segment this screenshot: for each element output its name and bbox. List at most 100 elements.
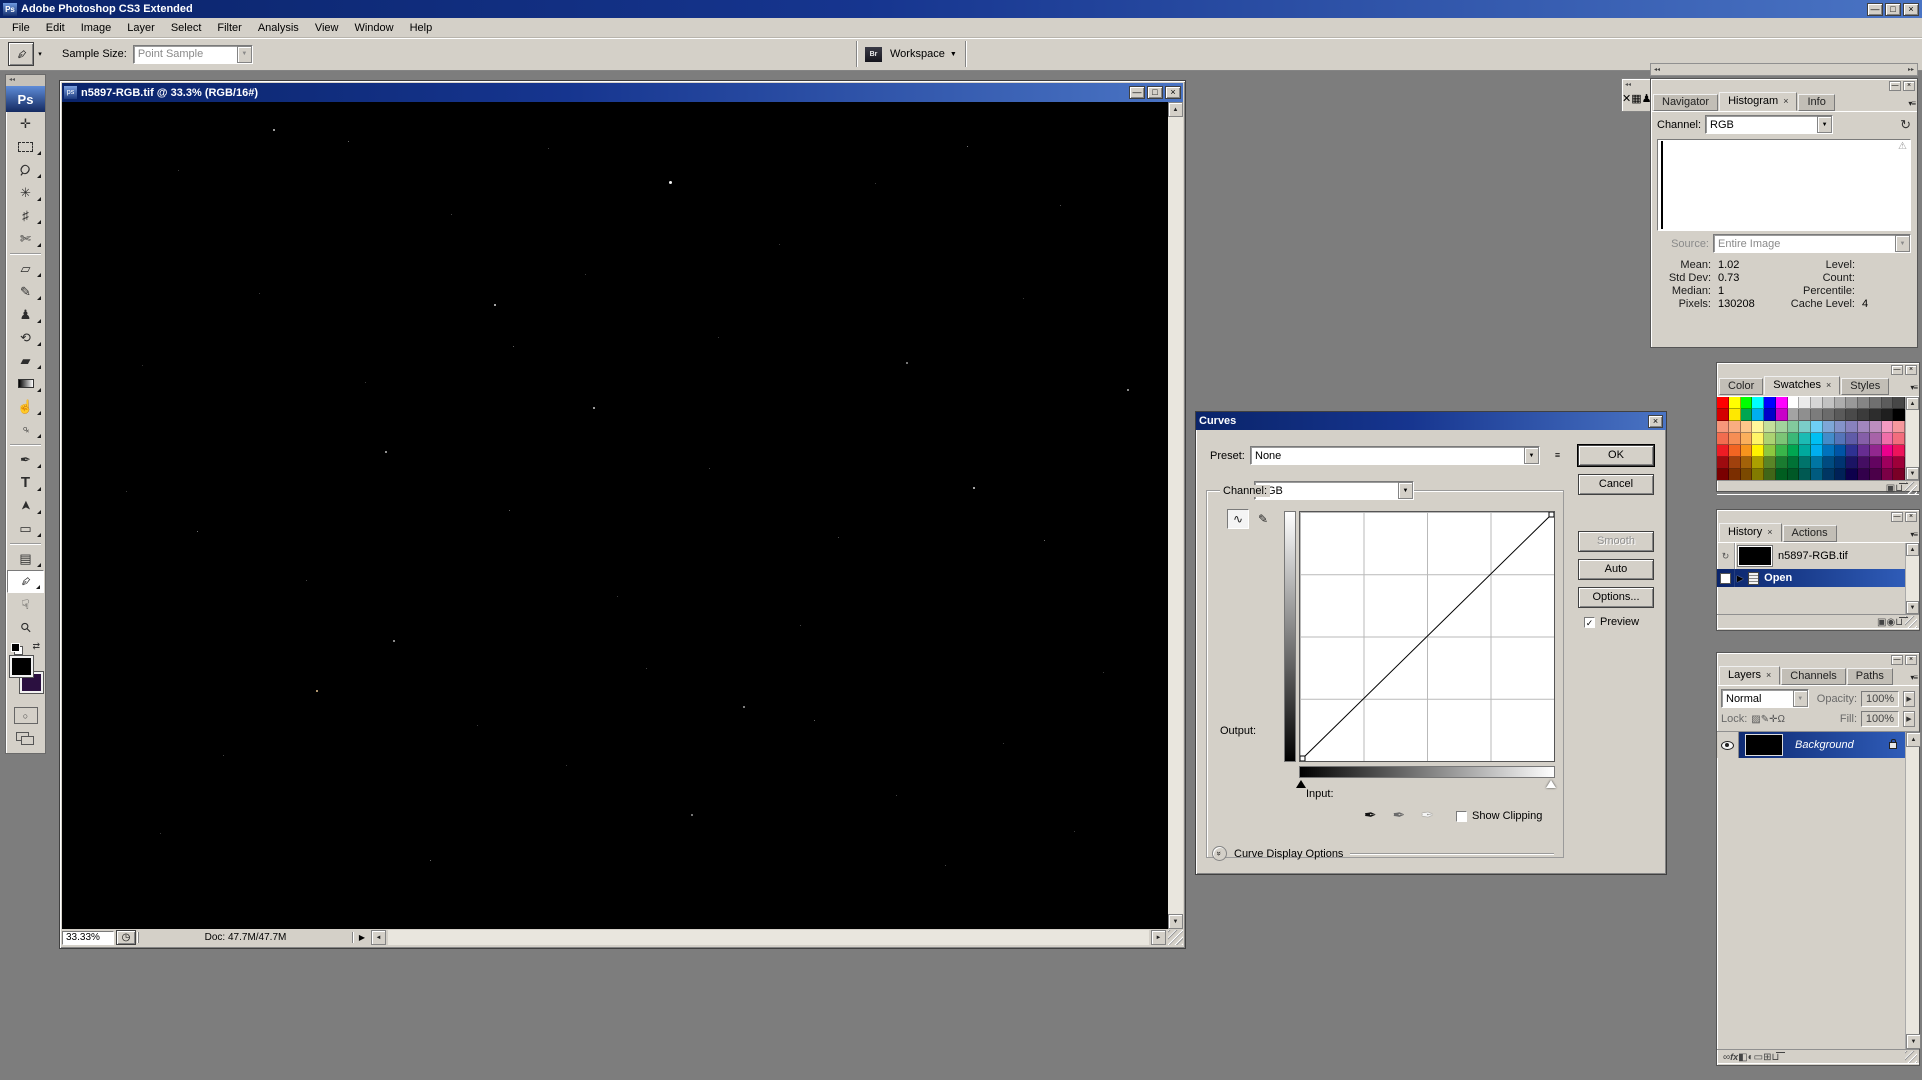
draw-curve-button[interactable]: ✎ [1252, 509, 1274, 529]
white-point-eyedropper[interactable]: ✒ [1421, 806, 1434, 824]
color-swatch[interactable] [1741, 397, 1753, 409]
color-swatch[interactable] [1835, 469, 1847, 480]
brushes-panel-icon[interactable]: ▦ [1631, 93, 1641, 105]
fill-slider-arrow[interactable]: ▶ [1903, 711, 1915, 727]
doc-close-button[interactable]: × [1165, 86, 1181, 99]
color-swatch[interactable] [1741, 457, 1753, 469]
color-swatch[interactable] [1717, 445, 1729, 457]
close-tab-icon[interactable]: × [1826, 380, 1831, 390]
color-swatch[interactable] [1788, 409, 1800, 421]
scroll-down-icon[interactable]: ▼ [1168, 914, 1183, 929]
color-swatch[interactable] [1741, 469, 1753, 480]
color-swatch[interactable] [1799, 457, 1811, 469]
color-swatch[interactable] [1870, 409, 1882, 421]
color-swatch[interactable] [1823, 433, 1835, 445]
color-swatch[interactable] [1893, 469, 1905, 480]
color-swatch[interactable] [1776, 469, 1788, 480]
scroll-up-icon[interactable]: ▲ [1168, 102, 1183, 117]
opacity-value[interactable]: 100% [1861, 691, 1899, 707]
history-scrollbar[interactable]: ▲ ▼ [1905, 543, 1919, 614]
color-swatch[interactable] [1788, 421, 1800, 433]
histogram-channel-select[interactable]: RGB ▼ [1705, 115, 1833, 134]
channel-select[interactable]: RGB ▼ [1254, 481, 1414, 500]
menu-select[interactable]: Select [163, 20, 210, 36]
color-swatch[interactable] [1776, 421, 1788, 433]
eraser-tool[interactable]: ▰ [7, 349, 44, 372]
expand-display-options-button[interactable]: » [1212, 846, 1227, 861]
color-swatch[interactable] [1858, 457, 1870, 469]
color-swatch[interactable] [1870, 445, 1882, 457]
panel-header[interactable]: — × [1717, 363, 1919, 376]
color-swatch[interactable] [1776, 409, 1788, 421]
color-swatch[interactable] [1846, 421, 1858, 433]
slice-tool[interactable]: ✄ [7, 227, 44, 250]
type-tool[interactable]: T [7, 471, 44, 494]
color-swatch[interactable] [1764, 469, 1776, 480]
color-swatch[interactable] [1846, 457, 1858, 469]
healing-brush-tool[interactable]: ▱ [7, 257, 44, 280]
color-swatch[interactable] [1799, 397, 1811, 409]
scroll-down-icon[interactable]: ▼ [1906, 467, 1919, 480]
curves-close-button[interactable]: × [1648, 415, 1663, 428]
delete-layer-button[interactable]: ⊔ [1772, 1052, 1780, 1063]
color-swatch[interactable] [1788, 469, 1800, 480]
quick-mask-button[interactable]: ○ [14, 707, 38, 724]
cut-panel-icon[interactable]: ✕ [1622, 93, 1631, 105]
color-swatch[interactable] [1752, 397, 1764, 409]
panel-minimize-button[interactable]: — [1889, 81, 1901, 91]
auto-button[interactable]: Auto [1578, 559, 1654, 580]
black-input-slider[interactable] [1296, 780, 1306, 788]
notes-tool[interactable]: ▤ [7, 547, 44, 570]
crop-tool[interactable]: ♯ [7, 204, 44, 227]
color-swatch[interactable] [1788, 433, 1800, 445]
black-point-eyedropper[interactable]: ✒ [1364, 806, 1377, 824]
history-brush-source-well[interactable]: ↻ [1717, 543, 1735, 569]
color-swatch[interactable] [1752, 433, 1764, 445]
smudge-tool[interactable]: ☝ [7, 395, 44, 418]
color-swatch[interactable] [1823, 421, 1835, 433]
panel-close-button[interactable]: × [1905, 365, 1917, 375]
ps-logo-button[interactable]: Ps [6, 86, 45, 112]
color-swatch[interactable] [1858, 469, 1870, 480]
color-swatch[interactable] [1764, 397, 1776, 409]
layer-group-button[interactable]: ▭ [1754, 1052, 1763, 1063]
color-swatch[interactable] [1893, 433, 1905, 445]
dodge-tool[interactable]: ♀ [7, 418, 44, 441]
menu-view[interactable]: View [307, 20, 347, 36]
panel-header[interactable]: — × [1651, 79, 1917, 92]
color-swatch[interactable] [1870, 421, 1882, 433]
zoom-level-field[interactable]: 33.33% [62, 931, 114, 945]
close-tab-icon[interactable]: × [1766, 670, 1771, 680]
panel-close-button[interactable]: × [1905, 512, 1917, 522]
status-timer-icon[interactable]: ◷ [116, 930, 136, 945]
tab-histogram[interactable]: Histogram× [1719, 92, 1797, 111]
smooth-button[interactable]: Smooth [1578, 531, 1654, 552]
panel-minimize-button[interactable]: — [1891, 365, 1903, 375]
color-swatch[interactable] [1788, 445, 1800, 457]
tab-info[interactable]: Info [1798, 94, 1834, 111]
rectangular-marquee-tool[interactable] [7, 135, 44, 158]
color-swatch[interactable] [1776, 397, 1788, 409]
panel-close-button[interactable]: × [1903, 81, 1915, 91]
tab-layers[interactable]: Layers× [1719, 666, 1780, 685]
color-swatch[interactable] [1858, 397, 1870, 409]
workspace-button[interactable]: Workspace ▼ [890, 48, 957, 60]
brush-tool[interactable]: ✎ [7, 280, 44, 303]
tab-styles[interactable]: Styles [1841, 378, 1889, 395]
color-swatch[interactable] [1752, 421, 1764, 433]
close-tab-icon[interactable]: × [1783, 96, 1788, 106]
opacity-slider-arrow[interactable]: ▶ [1903, 691, 1915, 707]
color-swatch[interactable] [1741, 421, 1753, 433]
color-swatch[interactable] [1823, 397, 1835, 409]
vertical-scrollbar[interactable]: ▲ ▼ [1168, 102, 1183, 929]
lock-paint-icon[interactable]: ✎ [1761, 714, 1769, 725]
fill-value[interactable]: 100% [1861, 711, 1899, 727]
color-swatch[interactable] [1835, 445, 1847, 457]
menu-analysis[interactable]: Analysis [250, 20, 307, 36]
color-swatch[interactable] [1764, 433, 1776, 445]
panel-menu-icon[interactable]: ▾≡ [1908, 99, 1915, 111]
cancel-button[interactable]: Cancel [1578, 474, 1654, 495]
tab-history[interactable]: History× [1719, 523, 1782, 542]
close-tab-icon[interactable]: × [1767, 527, 1772, 537]
color-swatch[interactable] [1835, 433, 1847, 445]
